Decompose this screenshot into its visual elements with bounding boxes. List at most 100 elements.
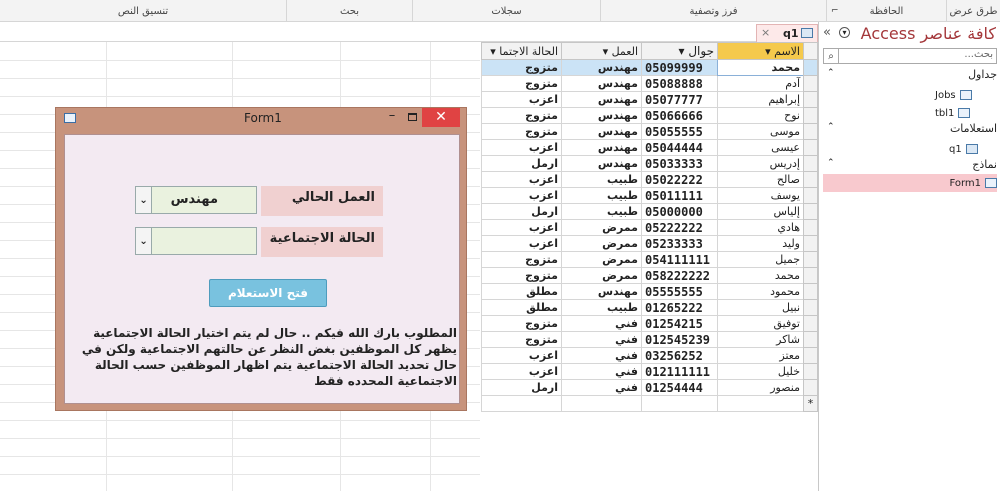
row-selector[interactable] [803,123,818,140]
row-selector[interactable] [803,75,818,92]
row-selector[interactable] [803,219,818,236]
cell-marital[interactable]: اعزب [481,219,562,236]
table-row[interactable]: توفيق 01254215 فني متزوج [481,315,818,332]
cell-job[interactable]: مهندس [561,75,642,92]
chevron-down-icon[interactable]: ▾ [678,44,684,58]
nav-item-jobs[interactable]: Jobs [935,86,972,104]
cell-job[interactable]: مهندس [561,91,642,108]
row-selector[interactable] [803,235,818,252]
chevron-down-icon[interactable]: ⌄ [136,187,152,213]
cell-name[interactable]: إبراهيم [717,91,804,108]
column-header-marital[interactable]: الحالة الاجتما ▾ [481,42,562,60]
ribbon-group-text-format[interactable]: تنسيق النص [0,0,286,22]
dialog-launcher-icon[interactable]: ⌐ [831,6,839,16]
tab-q1[interactable]: × q1 [756,24,818,42]
cell-marital[interactable]: ارمل [481,155,562,172]
cell-job[interactable]: ممرض [561,219,642,236]
table-row[interactable]: خليل 012111111 فني اعزب [481,363,818,380]
nav-section-forms[interactable]: نماذج ⌃ [823,158,997,174]
cell-phone[interactable]: 05088888 [641,75,718,92]
table-row[interactable]: جميل 054111111 ممرض متزوج [481,251,818,268]
table-row[interactable]: صالح 05022222 طبيب اعزب [481,171,818,188]
cell-job[interactable]: فني [561,379,642,396]
row-selector[interactable] [803,363,818,380]
maximize-icon[interactable] [402,110,422,128]
table-row[interactable]: إلياس 05000000 طبيب ارمل [481,203,818,220]
nav-item-q1[interactable]: q1 [949,140,978,158]
form1-titlebar[interactable]: Form1 – ✕ [56,108,466,129]
cell-name[interactable]: هادي [717,219,804,236]
new-record-cell[interactable] [481,395,562,412]
cell-marital[interactable]: ارمل [481,379,562,396]
cell-phone[interactable]: 012545239 [641,331,718,348]
cell-marital[interactable]: مطلق [481,299,562,316]
new-record-cell[interactable] [561,395,642,412]
nav-search-input[interactable]: بحث... [823,48,997,64]
table-row[interactable]: هادي 05222222 ممرض اعزب [481,219,818,236]
cell-phone[interactable]: 03256252 [641,347,718,364]
cell-phone[interactable]: 05077777 [641,91,718,108]
cell-name[interactable]: وليد [717,235,804,252]
cell-name[interactable]: يوسف [717,187,804,204]
cell-marital[interactable]: اعزب [481,235,562,252]
cell-name[interactable]: شاكر [717,331,804,348]
cell-job[interactable]: ممرض [561,235,642,252]
cell-phone[interactable]: 05555555 [641,283,718,300]
row-selector[interactable] [803,299,818,316]
cell-job[interactable]: فني [561,315,642,332]
row-selector[interactable] [803,283,818,300]
row-selector[interactable] [803,171,818,188]
cell-job[interactable]: ممرض [561,251,642,268]
cell-phone[interactable]: 054111111 [641,251,718,268]
new-record-marker[interactable]: * [803,395,818,412]
chevron-down-icon[interactable]: ▾ [603,45,609,58]
cell-name[interactable]: جميل [717,251,804,268]
cell-marital[interactable]: اعزب [481,187,562,204]
nav-section-queries[interactable]: استعلامات ⌃ [823,122,997,138]
row-selector[interactable] [803,155,818,172]
nav-section-tables[interactable]: جداول ⌃ [823,68,997,84]
chevron-down-icon[interactable]: ▾ [839,27,850,38]
cell-marital[interactable]: متزوج [481,315,562,332]
cell-name[interactable]: آدم [717,75,804,92]
new-record-cell[interactable] [641,395,718,412]
cell-job[interactable]: مهندس [561,59,642,76]
column-header-job[interactable]: العمل ▾ [561,42,642,60]
cell-job[interactable]: مهندس [561,107,642,124]
cell-name[interactable]: نبيل [717,299,804,316]
table-row[interactable]: شاكر 012545239 فني متزوج [481,331,818,348]
row-selector[interactable] [803,187,818,204]
cell-name[interactable]: صالح [717,171,804,188]
job-combobox[interactable]: ⌄ مهندس [135,186,257,214]
cell-name[interactable]: نوح [717,107,804,124]
cell-name[interactable]: إدريس [717,155,804,172]
minimize-icon[interactable]: – [382,108,402,128]
cell-job[interactable]: طبيب [561,171,642,188]
cell-phone[interactable]: 012111111 [641,363,718,380]
cell-name[interactable]: محمود [717,283,804,300]
table-row[interactable]: موسى 05055555 مهندس متزوج [481,123,818,140]
cell-job[interactable]: فني [561,363,642,380]
column-header-phone[interactable]: جوال ▾ [641,42,718,60]
cell-name[interactable]: محمد [717,59,804,76]
row-selector[interactable] [803,251,818,268]
cell-phone[interactable]: 05066666 [641,107,718,124]
row-selector[interactable] [803,267,818,284]
cell-marital[interactable]: متزوج [481,267,562,284]
row-selector[interactable] [803,331,818,348]
chevron-down-icon[interactable]: ▾ [765,45,771,58]
cell-job[interactable]: طبيب [561,187,642,204]
cell-job[interactable]: ممرض [561,267,642,284]
cell-marital[interactable]: اعزب [481,363,562,380]
table-row[interactable]: معتز 03256252 فني اعزب [481,347,818,364]
cell-marital[interactable]: متزوج [481,75,562,92]
table-row[interactable]: إبراهيم 05077777 مهندس اعزب [481,91,818,108]
row-selector[interactable] [803,59,818,76]
nav-pane-title[interactable]: كافة عناصر Access [861,24,996,43]
cell-phone[interactable]: 05233333 [641,235,718,252]
row-selector[interactable] [803,139,818,156]
row-selector[interactable] [803,107,818,124]
cell-phone[interactable]: 05055555 [641,123,718,140]
cell-job[interactable]: مهندس [561,155,642,172]
cell-marital[interactable]: اعزب [481,91,562,108]
